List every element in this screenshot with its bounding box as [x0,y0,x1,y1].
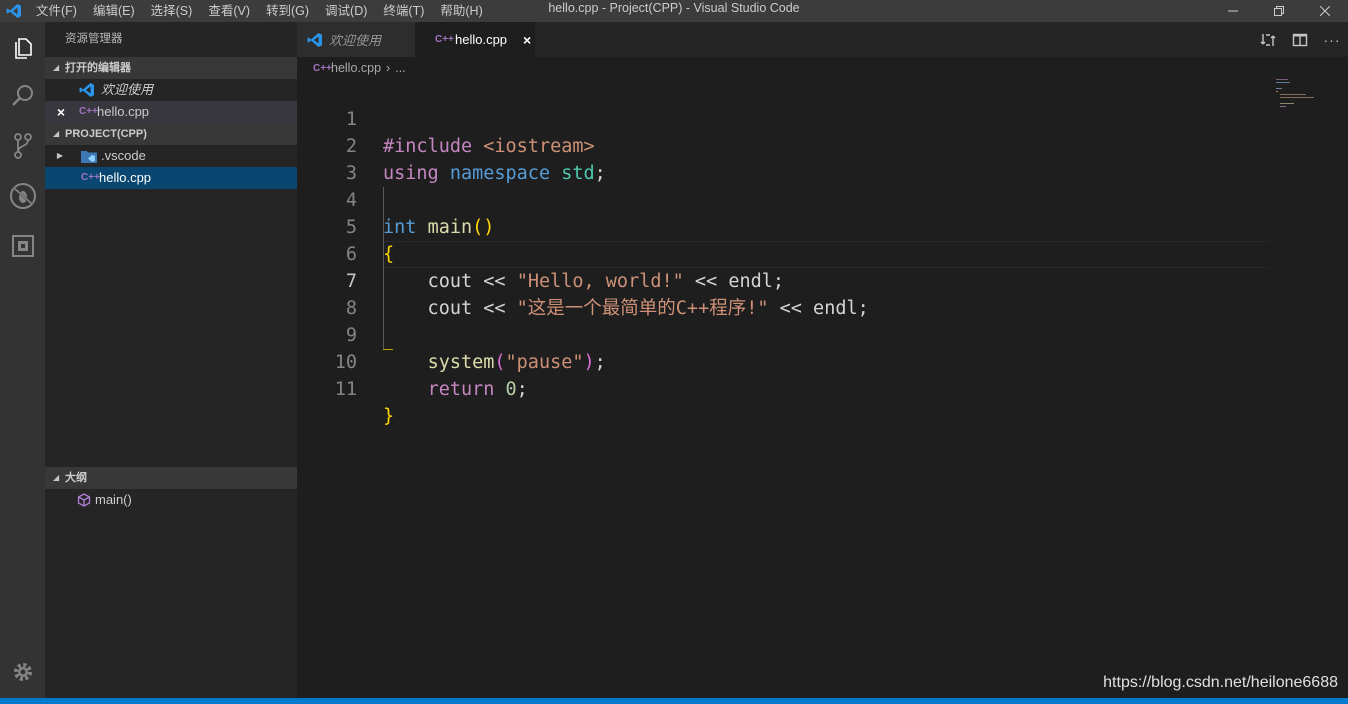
outline-label: 大纲 [65,472,87,484]
menu-terminal[interactable]: 终端(T) [375,0,432,22]
code-line: 9 system("pause"); [297,295,1297,373]
code-line-active: 7 cout << "这是一个最简单的C++程序!" << endl; [297,241,1297,319]
file-label: hello.cpp [99,170,152,185]
folder-label: .vscode [101,148,146,163]
menu-selection[interactable]: 选择(S) [143,0,201,22]
code-text: } [383,406,395,427]
settings-gear-icon [13,663,32,681]
menu-view[interactable]: 查看(V) [200,0,258,22]
folder-vscode-icon [81,151,97,163]
restore-icon [1274,6,1284,16]
breadcrumb-separator: › [386,61,391,75]
project-label: PROJECT(CPP) [65,128,147,140]
explorer-sidebar: 资源管理器 ◢ 打开的编辑器 欢迎使用 × C++ hello.cpp ◢ PR… [45,22,297,698]
debug-button[interactable] [0,172,45,220]
code-line: 3 [297,133,1297,184]
close-window-button[interactable] [1302,0,1348,22]
cpp-icon: C++ [81,172,100,183]
search-button[interactable] [0,72,45,120]
method-icon [77,493,91,507]
more-actions-button[interactable]: ··· [1316,22,1348,57]
chevron-down-icon: ◢ [53,473,60,482]
tab-welcome[interactable]: 欢迎使用 [297,22,415,57]
open-editor-label: 欢迎使用 [101,82,154,97]
breadcrumb: C++ hello.cpp › ... [297,57,1348,79]
outline-label: main() [95,492,132,507]
file-hello-cpp[interactable]: C++ hello.cpp [45,167,297,189]
code-line: 8 [297,268,1297,319]
tab-label: hello.cpp [455,32,508,47]
code-line: 2 using namespace std; [297,106,1297,184]
tab-label: 欢迎使用 [329,33,382,48]
explorer-button[interactable] [0,24,45,72]
split-editor-button[interactable] [1284,22,1316,57]
watermark-url: https://blog.csdn.net/heilone6688 [1103,674,1338,691]
menu-file[interactable]: 文件(F) [28,0,85,22]
outline-item-main[interactable]: main() [45,489,297,511]
chevron-right-icon: ▶ [56,151,63,160]
project-header[interactable]: ◢ PROJECT(CPP) [45,123,297,145]
window-controls [1210,0,1348,22]
minimize-icon [1228,10,1238,12]
vscode-logo-icon [0,0,28,22]
open-editor-welcome[interactable]: 欢迎使用 [45,79,297,101]
code-editor[interactable]: 1 #include <iostream> 2 using namespace … [297,79,1348,698]
minimize-button[interactable] [1210,0,1256,22]
menu-help[interactable]: 帮助(H) [432,0,490,22]
minimap[interactable] [1268,79,1328,109]
split-editor-icon [1292,33,1308,46]
activity-bar [0,22,45,698]
menu-go[interactable]: 转到(G) [258,0,317,22]
chevron-down-icon: ◢ [53,63,60,72]
breadcrumb-more[interactable]: ... [395,61,405,75]
search-icon [11,85,33,106]
menu-bar: 文件(F) 编辑(E) 选择(S) 查看(V) 转到(G) 调试(D) 终端(T… [28,0,491,22]
compare-icon [1260,33,1276,46]
code-line: 4 int main() [297,160,1297,238]
tab-hello-cpp[interactable]: C++ hello.cpp × [415,22,535,57]
breadcrumb-file[interactable]: hello.cpp [331,61,381,75]
code-text: return 0; [427,379,528,400]
status-bar [0,698,1348,704]
menu-edit[interactable]: 编辑(E) [85,0,143,22]
open-editor-hello-cpp[interactable]: × C++ hello.cpp [45,101,297,123]
vscode-icon [79,83,94,97]
editor-tabs: 欢迎使用 C++ hello.cpp × ··· [297,22,1348,57]
code-line: 1 #include <iostream> [297,79,1297,157]
cpp-icon: C++ [79,106,98,117]
chevron-down-icon: ◢ [53,129,60,138]
open-editors-label: 打开的编辑器 [65,62,131,74]
line-number: 11 [334,379,357,400]
close-tab-icon[interactable]: × [523,32,531,48]
code-line: 11 } [297,349,1297,427]
restore-button[interactable] [1256,0,1302,22]
files-icon [14,38,32,59]
close-editor-icon[interactable]: × [45,101,65,123]
folder-vscode[interactable]: ▶ .vscode [45,145,297,167]
cpp-icon: C++ [435,34,454,45]
open-editors-header[interactable]: ◢ 打开的编辑器 [45,57,297,79]
outline-header[interactable]: ◢ 大纲 [45,467,297,489]
debug-icon [9,183,36,209]
editor-actions: ··· [1252,22,1348,57]
sidebar-title: 资源管理器 [65,33,123,45]
vscode-icon [307,32,322,47]
extensions-button[interactable] [0,222,45,270]
ellipsis-icon: ··· [1323,31,1341,48]
open-changes-button[interactable] [1252,22,1284,57]
code-line: 5 { [297,187,1297,265]
extensions-icon [11,235,34,257]
open-editor-label: hello.cpp [97,104,150,119]
code-line: 6 cout << "Hello, world!" << endl; [297,214,1297,292]
manage-button[interactable] [0,648,45,696]
close-icon [1320,6,1330,16]
source-control-icon [13,133,32,159]
menu-debug[interactable]: 调试(D) [317,0,375,22]
title-bar: 文件(F) 编辑(E) 选择(S) 查看(V) 转到(G) 调试(D) 终端(T… [0,0,1348,22]
cpp-icon: C++ [313,62,332,74]
code-line: 10 return 0; [297,322,1297,400]
source-control-button[interactable] [0,122,45,170]
